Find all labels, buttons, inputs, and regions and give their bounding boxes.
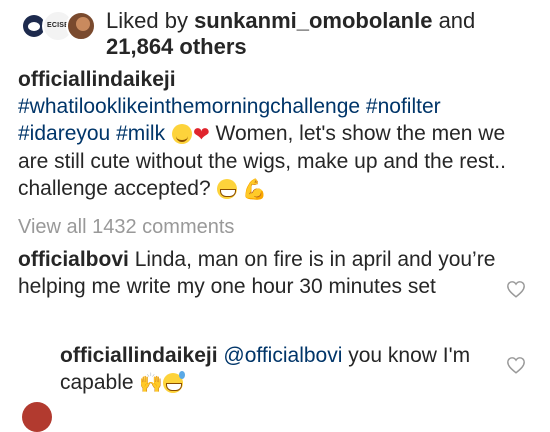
liker-username[interactable]: sunkanmi_omobolanle — [194, 8, 432, 33]
comment-username[interactable]: officialbovi — [18, 248, 129, 271]
likes-row: ECISE Liked by sunkanmi_omobolanle and 2… — [18, 6, 538, 62]
hashtag[interactable]: #nofilter — [366, 95, 441, 118]
hashtag[interactable]: #whatilooklikeinthemorningchallenge — [18, 95, 360, 118]
sweat-smile-emoji — [163, 371, 186, 394]
raised-hands-emoji: 🙌 — [139, 371, 164, 394]
comment: officialbovi Linda, man on fire is in ap… — [18, 246, 498, 300]
yum-face-emoji — [171, 124, 192, 145]
hashtag[interactable]: #milk — [116, 122, 165, 145]
heart-outline-icon[interactable] — [506, 356, 526, 374]
reply-username[interactable]: officiallindaikeji — [60, 344, 218, 367]
caption-username[interactable]: officiallindaikeji — [18, 66, 538, 93]
avatar — [66, 11, 96, 41]
heart-outline-icon[interactable] — [506, 280, 526, 298]
likes-prefix: Liked by — [106, 8, 195, 33]
avatar[interactable] — [22, 402, 52, 432]
flexed-biceps-emoji: 💪 — [242, 176, 268, 201]
likes-suffix[interactable]: others — [173, 34, 246, 59]
likes-summary[interactable]: Liked by sunkanmi_omobolanle and 21,864 … — [106, 8, 546, 60]
grin-emoji — [216, 179, 237, 200]
red-heart-emoji: ❤ — [192, 121, 210, 146]
likes-middle: and — [432, 8, 476, 33]
post-caption: officiallindaikeji #whatilooklikeinthemo… — [18, 66, 538, 203]
hashtag[interactable]: #idareyou — [18, 122, 110, 145]
reply-mention[interactable]: @officialbovi — [223, 344, 342, 367]
liker-avatars[interactable]: ECISE — [18, 10, 96, 44]
likes-count[interactable]: 21,864 — [106, 34, 173, 59]
view-all-comments-link[interactable]: View all 1432 comments — [18, 214, 234, 240]
comment-reply: officiallindaikeji @officialbovi you kno… — [60, 342, 490, 397]
